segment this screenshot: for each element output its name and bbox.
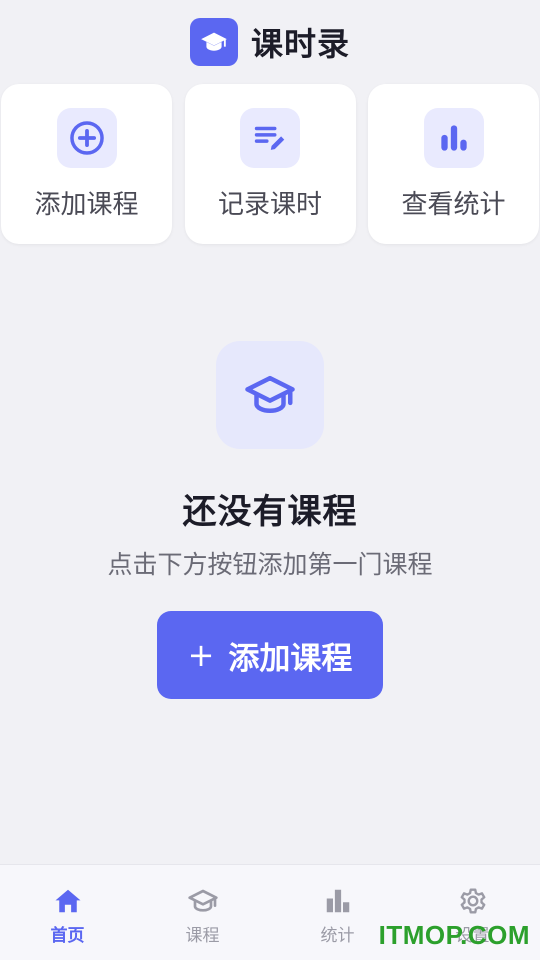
quick-action-label: 记录课时: [217, 190, 322, 220]
tab-label: 课程: [185, 926, 220, 946]
add-course-button[interactable]: + 添加课程: [157, 611, 383, 699]
graduation-cap-icon: [189, 18, 238, 66]
home-icon: [52, 885, 84, 917]
quick-action-label: 添加课程: [34, 190, 139, 220]
edit-list-icon: [240, 108, 300, 168]
tab-home[interactable]: 首页: [0, 865, 135, 960]
quick-record-hours-card[interactable]: 记录课时: [184, 84, 356, 244]
plus-icon: +: [187, 636, 215, 674]
tab-courses[interactable]: 课程: [135, 865, 270, 960]
empty-state-title: 还没有课程: [182, 492, 358, 532]
app-title: 课时录: [250, 25, 350, 63]
graduation-cap-icon: [216, 341, 324, 449]
app-header: 课时录: [0, 18, 540, 66]
tab-label: 统计: [320, 926, 355, 946]
empty-state-subtitle: 点击下方按钮添加第一门课程: [107, 550, 433, 579]
gear-icon: [457, 885, 489, 917]
tab-label: 首页: [50, 926, 85, 946]
bar-chart-icon: [322, 885, 354, 917]
bar-chart-icon: [423, 108, 484, 168]
quick-actions: 添加课程 记录课时 查看统计: [1, 84, 539, 244]
quick-action-label: 查看统计: [401, 190, 506, 220]
add-circle-icon: [56, 108, 117, 168]
watermark: ITMOP.COM: [378, 920, 530, 950]
add-course-button-label: 添加课程: [228, 640, 353, 677]
quick-add-course-card[interactable]: 添加课程: [1, 84, 172, 244]
quick-view-stats-card[interactable]: 查看统计: [368, 84, 539, 244]
graduation-cap-icon: [187, 885, 219, 917]
